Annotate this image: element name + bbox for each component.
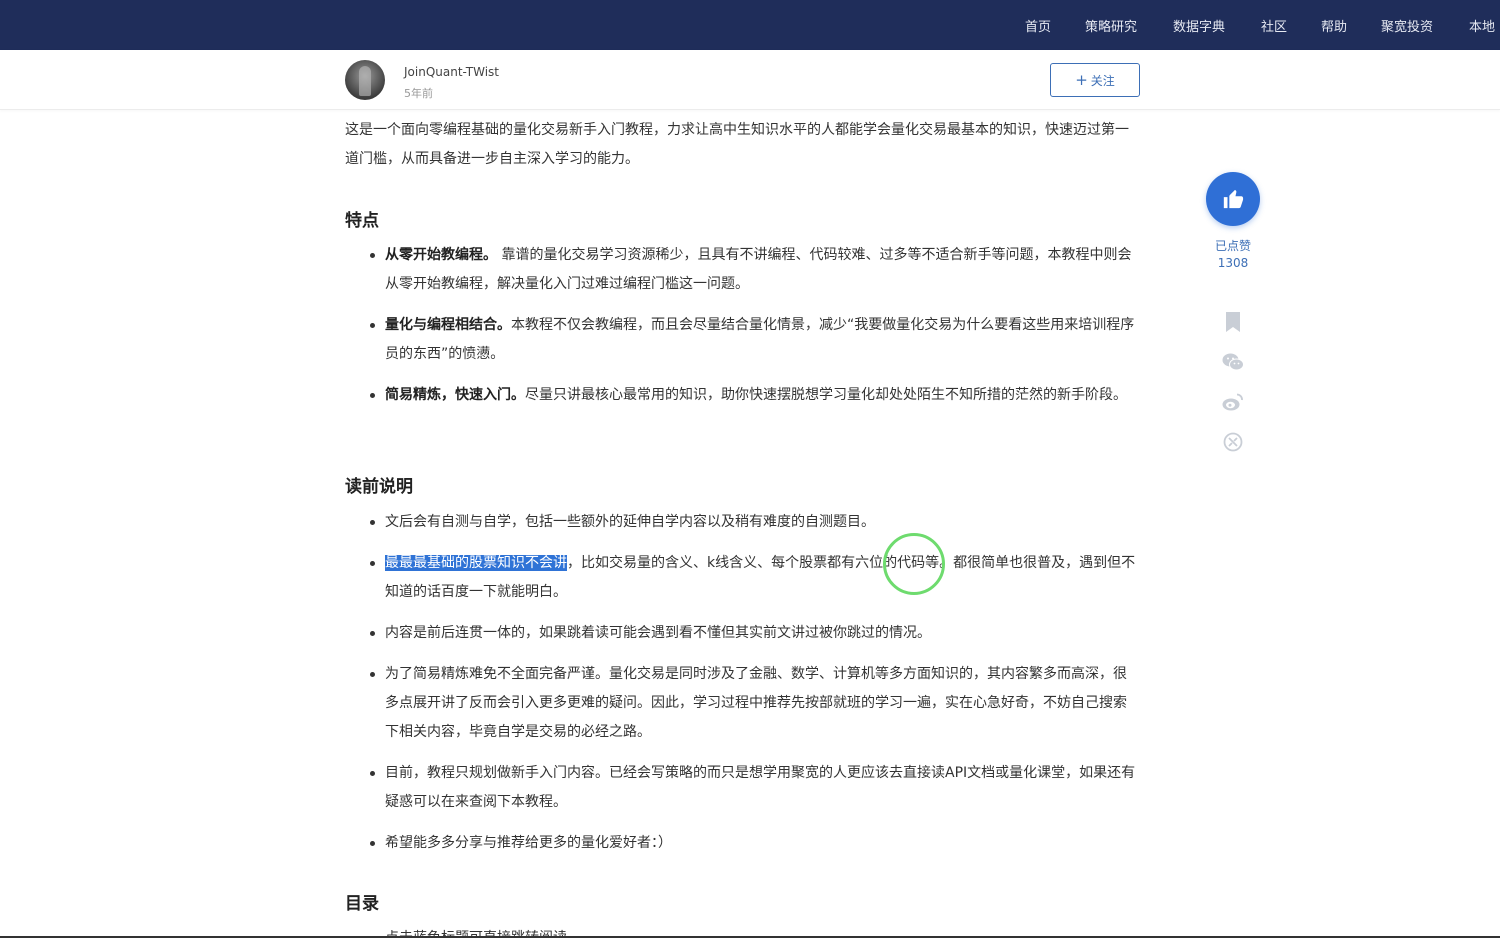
- list-item-bold: 简易精炼，快速入门。: [385, 387, 525, 403]
- selected-text[interactable]: 最最最基础的股票知识不会讲: [385, 555, 567, 571]
- avatar[interactable]: [345, 60, 385, 100]
- like-count: 1308: [1217, 256, 1249, 270]
- list-item-text: 内容是前后连贯一体的，如果跳着读可能会遇到看不懂但其实前文讲过被你跳过的情况。: [385, 625, 931, 641]
- features-list: 从零开始教编程。 靠谱的量化交易学习资源稀少，且具有不讲编程、代码较难、过多等不…: [345, 241, 1140, 422]
- list-item: 为了简易精炼难免不全面完备严谨。量化交易是同时涉及了金融、数学、计算机等多方面知…: [345, 660, 1140, 747]
- list-item: 文后会有自测与自学，包括一些额外的延伸自学内容以及稍有难度的自测题目。: [345, 508, 1140, 537]
- nav-local[interactable]: 本地: [1469, 16, 1495, 35]
- wechat-icon[interactable]: [1222, 351, 1244, 373]
- nav-help[interactable]: 帮助: [1321, 16, 1347, 35]
- author-name[interactable]: JoinQuant-TWist: [404, 65, 499, 79]
- plus-icon: +: [1075, 70, 1088, 89]
- list-item: 从零开始教编程。 靠谱的量化交易学习资源稀少，且具有不讲编程、代码较难、过多等不…: [345, 241, 1140, 299]
- list-item: 目前，教程只规划做新手入门内容。已经会写策略的而只是想学用聚宽的人更应该去直接读…: [345, 759, 1140, 817]
- list-item-text: 为了简易精炼难免不全面完备严谨。量化交易是同时涉及了金融、数学、计算机等多方面知…: [385, 666, 1127, 740]
- list-item-bold: 量化与编程相结合。: [385, 317, 511, 333]
- weibo-icon[interactable]: [1222, 391, 1244, 413]
- section-title-toc: 目录: [345, 894, 379, 914]
- list-item: 最最最基础的股票知识不会讲，比如交易量的含义、k线含义、每个股票都有六位的代码等…: [345, 549, 1140, 607]
- list-item: 简易精炼，快速入门。尽量只讲最核心最常用的知识，助你快速摆脱想学习量化却处处陌生…: [345, 381, 1140, 410]
- list-item-text: 希望能多多分享与推荐给更多的量化爱好者：）: [385, 835, 672, 851]
- section-title-notes: 读前说明: [345, 477, 413, 497]
- list-item-text: 靠谱的量化交易学习资源稀少，且具有不讲编程、代码较难、过多等不适合新手等问题，本…: [385, 247, 1132, 292]
- like-button[interactable]: [1206, 172, 1260, 226]
- nav-data-dictionary[interactable]: 数据字典: [1173, 16, 1225, 35]
- like-status-label: 已点赞: [1214, 239, 1251, 253]
- list-item-text: 尽量只讲最核心最常用的知识，助你快速摆脱想学习量化却处处陌生不知所措的茫然的新手…: [525, 387, 1127, 403]
- list-item-text: 文后会有自测与自学，包括一些额外的延伸自学内容以及稍有难度的自测题目。: [385, 514, 875, 530]
- article-body: 这是一个面向零编程基础的量化交易新手入门教程，力求让高中生知识水平的人都能学会量…: [345, 116, 1140, 174]
- follow-button[interactable]: + 关注: [1050, 63, 1140, 97]
- list-item-text: 目前，教程只规划做新手入门内容。已经会写策略的而只是想学用聚宽的人更应该去直接读…: [385, 765, 1136, 810]
- author-bar: JoinQuant-TWist 5年前 + 关注: [0, 50, 1500, 110]
- list-item: 希望能多多分享与推荐给更多的量化爱好者：）: [345, 829, 1140, 858]
- nav-community[interactable]: 社区: [1261, 16, 1287, 35]
- list-item: 内容是前后连贯一体的，如果跳着读可能会遇到看不懂但其实前文讲过被你跳过的情况。: [345, 619, 1140, 648]
- section-title-features: 特点: [345, 211, 379, 231]
- list-item: 量化与编程相结合。本教程不仅会教编程，而且会尽量结合量化情景，减少“我要做量化交…: [345, 311, 1140, 369]
- notes-list: 文后会有自测与自学，包括一些额外的延伸自学内容以及稍有难度的自测题目。 最最最基…: [345, 508, 1140, 870]
- nav-strategy-research[interactable]: 策略研究: [1085, 16, 1137, 35]
- top-navbar: 首页 策略研究 数据字典 社区 帮助 聚宽投资 本地: [0, 0, 1500, 50]
- nav-joinquant-invest[interactable]: 聚宽投资: [1381, 16, 1433, 35]
- follow-button-label: 关注: [1090, 73, 1115, 88]
- thumbs-up-icon: [1223, 189, 1244, 209]
- post-time: 5年前: [404, 87, 433, 100]
- intro-paragraph: 这是一个面向零编程基础的量化交易新手入门教程，力求让高中生知识水平的人都能学会量…: [345, 122, 1129, 167]
- nav-home[interactable]: 首页: [1025, 16, 1051, 35]
- share-icon[interactable]: [1222, 431, 1244, 453]
- list-item-bold: 从零开始教编程。: [385, 247, 497, 263]
- bookmark-icon[interactable]: [1222, 311, 1244, 333]
